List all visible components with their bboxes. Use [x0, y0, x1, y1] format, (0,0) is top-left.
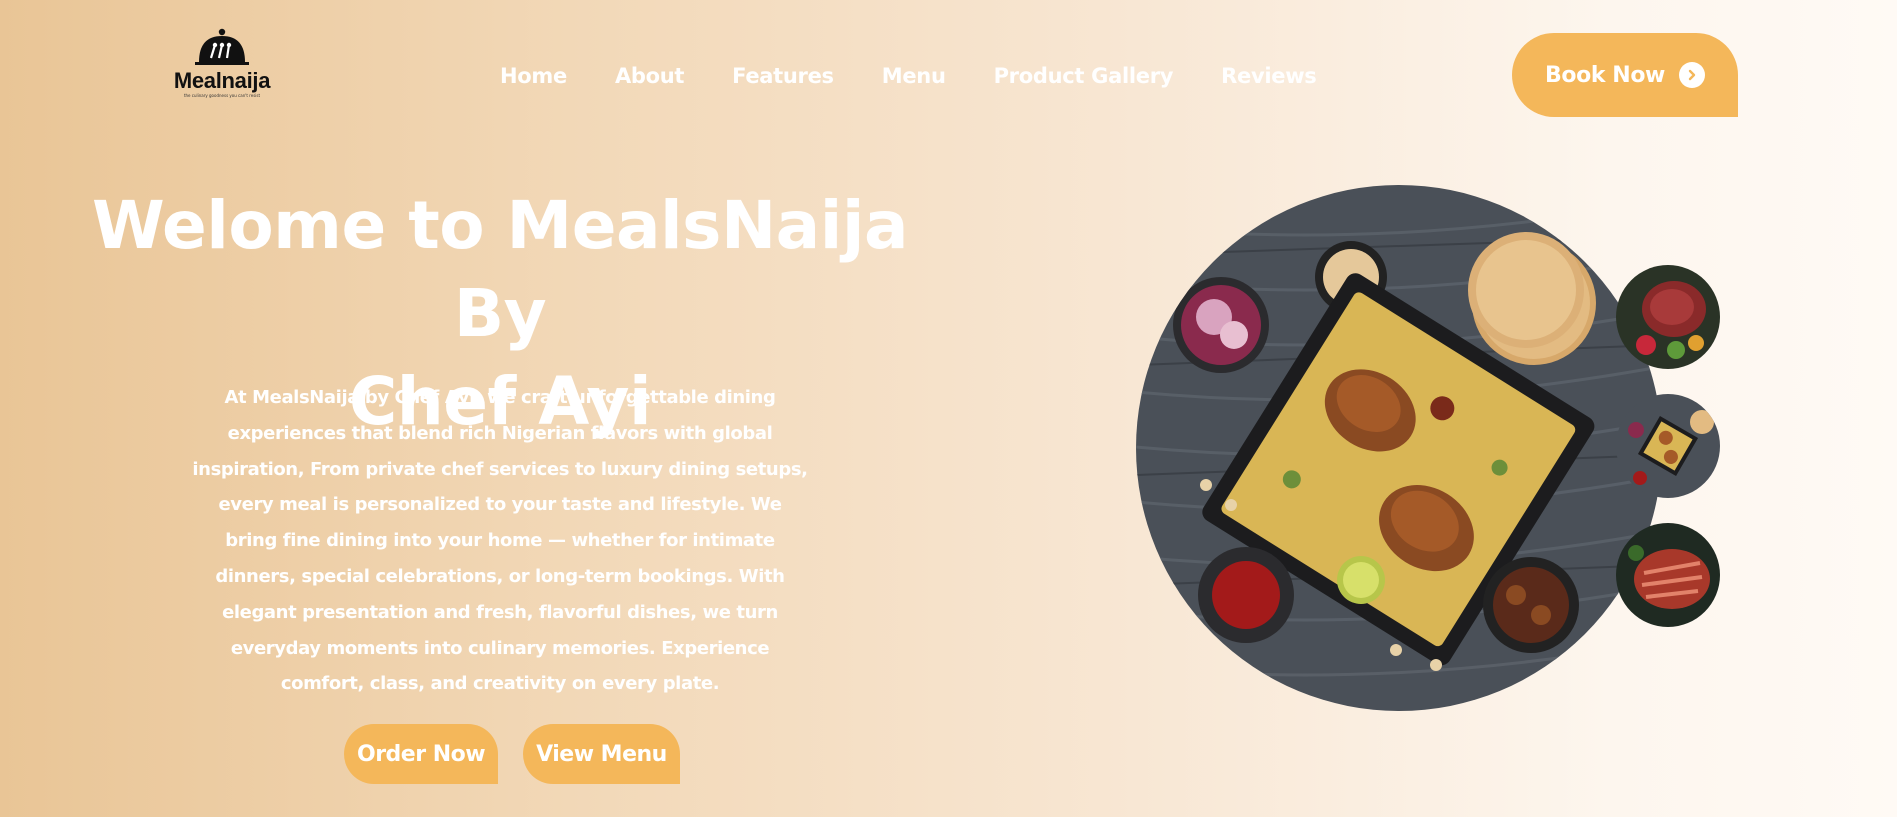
gallery-thumb-rice[interactable] — [1616, 394, 1720, 498]
nav-home[interactable]: Home — [500, 64, 567, 88]
nav-reviews[interactable]: Reviews — [1221, 64, 1317, 88]
hero-title-line1: Welome to MealsNaija By — [92, 187, 909, 352]
brand-tagline: the culinary goodness you can't resist — [183, 93, 261, 98]
book-now-label: Book Now — [1545, 62, 1665, 88]
hero-dish-image — [1136, 185, 1662, 711]
gallery-thumb-steak[interactable] — [1616, 523, 1720, 627]
nav-about[interactable]: About — [615, 64, 685, 88]
book-now-button[interactable]: Book Now — [1512, 33, 1738, 117]
order-now-button[interactable]: Order Now — [344, 724, 499, 784]
nav-menu[interactable]: Menu — [882, 64, 946, 88]
brand-name: Mealnaija — [173, 68, 271, 93]
gallery-thumb-meat[interactable] — [1616, 265, 1720, 369]
brand-logo[interactable]: Mealnaija the culinary goodness you can'… — [168, 28, 276, 108]
nav-features[interactable]: Features — [732, 64, 834, 88]
nav-product-gallery[interactable]: Product Gallery — [994, 64, 1174, 88]
arrow-right-icon — [1678, 62, 1705, 88]
hero-actions: Order Now View Menu — [344, 724, 680, 784]
hero-description: At MealsNaija by Chef Ayi, we craft unfo… — [192, 387, 808, 695]
main-nav: Home About Features Menu Product Gallery… — [500, 58, 1365, 94]
view-menu-button[interactable]: View Menu — [523, 724, 680, 784]
cloche-icon — [195, 28, 249, 65]
